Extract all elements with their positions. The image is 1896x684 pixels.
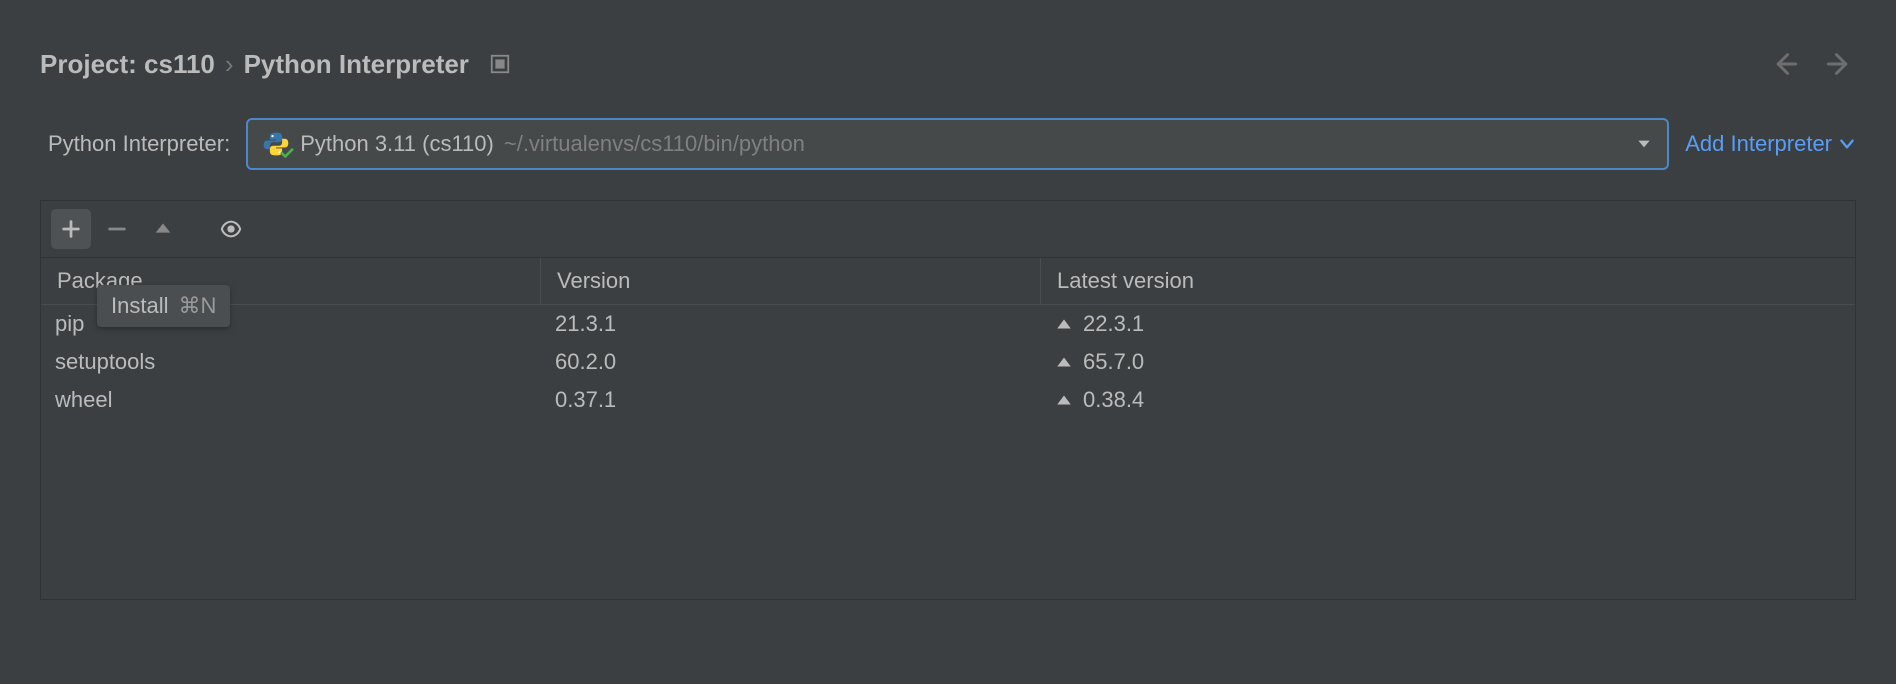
add-interpreter-link[interactable]: Add Interpreter [1685,131,1856,157]
package-name-cell: setuptools [41,343,541,381]
packages-panel: Install ⌘N Package Version Latest versio… [40,200,1856,600]
latest-version-text: 0.38.4 [1083,387,1144,413]
tooltip-label: Install [111,293,168,319]
upgrade-available-icon [1055,315,1073,333]
uninstall-package-button[interactable] [97,209,137,249]
package-latest-cell: 65.7.0 [1041,343,1855,381]
package-version-cell: 60.2.0 [541,343,1041,381]
chevron-down-icon [1838,135,1856,153]
package-latest-cell: 0.38.4 [1041,381,1855,419]
chevron-down-icon [1635,135,1653,153]
popout-window-icon[interactable] [489,53,511,75]
package-name-cell: wheel [41,381,541,419]
packages-toolbar [41,201,1855,258]
breadcrumb-page: Python Interpreter [244,49,469,80]
upgrade-available-icon [1055,391,1073,409]
interpreter-path: ~/.virtualenvs/cs110/bin/python [504,131,805,157]
table-row[interactable]: setuptools 60.2.0 65.7.0 [41,343,1855,381]
tooltip-shortcut: ⌘N [178,293,216,319]
package-latest-cell: 22.3.1 [1041,305,1855,343]
latest-version-text: 22.3.1 [1083,311,1144,337]
install-package-button[interactable] [51,209,91,249]
breadcrumb-project[interactable]: Project: cs110 [40,49,215,80]
interpreter-select[interactable]: Python 3.11 (cs110) ~/.virtualenvs/cs110… [246,118,1669,170]
show-early-releases-button[interactable] [211,209,251,249]
breadcrumb: Project: cs110 › Python Interpreter [40,49,511,80]
package-version-cell: 0.37.1 [541,381,1041,419]
breadcrumb-separator: › [225,49,234,80]
install-tooltip: Install ⌘N [97,285,230,327]
latest-version-text: 65.7.0 [1083,349,1144,375]
interpreter-name: Python 3.11 (cs110) [300,131,494,157]
table-row[interactable]: wheel 0.37.1 0.38.4 [41,381,1855,419]
add-interpreter-label: Add Interpreter [1685,131,1832,157]
upgrade-package-button[interactable] [143,209,183,249]
upgrade-available-icon [1055,353,1073,371]
packages-table-header: Package Version Latest version [41,258,1855,305]
package-version-cell: 21.3.1 [541,305,1041,343]
forward-button[interactable] [1824,48,1856,80]
column-header-latest[interactable]: Latest version [1041,258,1855,304]
python-icon [262,130,290,158]
column-header-version[interactable]: Version [541,258,1041,304]
table-row[interactable]: pip 21.3.1 22.3.1 [41,305,1855,343]
packages-table-body: pip 21.3.1 22.3.1 setuptools 60.2.0 65.7… [41,305,1855,599]
back-button[interactable] [1768,48,1800,80]
interpreter-label: Python Interpreter: [48,131,230,157]
